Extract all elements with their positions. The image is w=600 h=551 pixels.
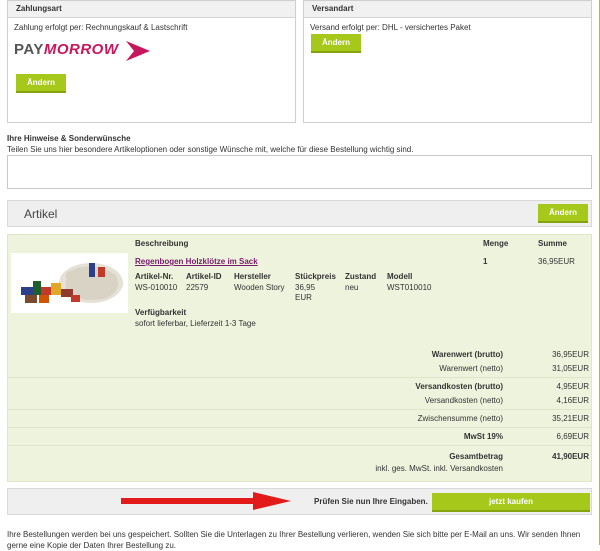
total-label-3: Versandkosten (netto): [424, 396, 503, 405]
totals-divider-4: [8, 445, 591, 446]
product-name-link[interactable]: Regenbogen Holzklötze im Sack: [135, 257, 258, 266]
total-value-5: 6,69EUR: [556, 432, 589, 441]
payment-change-button[interactable]: Ändern: [16, 74, 66, 93]
value-maker: Wooden Story: [234, 283, 285, 292]
label-model: Modell: [387, 272, 413, 281]
articles-change-button[interactable]: Ändern: [538, 204, 588, 223]
totals-divider-3: [8, 427, 591, 428]
total-value-0: 36,95EUR: [552, 350, 589, 359]
col-description: Beschreibung: [135, 239, 189, 248]
label-art-id: Artikel-ID: [186, 272, 222, 281]
total-label-0: Warenwert (brutto): [431, 350, 503, 359]
notes-title: Ihre Hinweise & Sonderwünsche: [7, 134, 131, 143]
item-sum: 36,95EUR: [538, 257, 575, 266]
shipping-panel: Versandart Versand erfolgt per: DHL - ve…: [303, 0, 592, 123]
buy-now-button[interactable]: jetzt kaufen: [432, 493, 590, 512]
totals-block: Warenwert (brutto) 36,95EUR Warenwert (n…: [8, 345, 591, 481]
articles-title: Artikel: [24, 207, 58, 221]
check-text: Prüfen Sie nun Ihre Eingaben.: [314, 497, 428, 506]
label-maker: Hersteller: [234, 272, 271, 281]
value-price-currency: EUR: [295, 293, 312, 302]
shipping-change-button[interactable]: Ändern: [311, 34, 361, 53]
total-label-1: Warenwert (netto): [439, 364, 503, 373]
articles-header: Artikel Ändern: [7, 200, 592, 227]
notes-description: Teilen Sie uns hier besondere Artikelopt…: [7, 145, 414, 154]
arrow-right-icon: [121, 492, 291, 510]
value-price: 36,95: [295, 283, 316, 292]
total-value-6: 41,90EUR: [552, 452, 589, 461]
total-label-4: Zwischensumme (netto): [417, 414, 503, 423]
value-state: neu: [345, 283, 359, 292]
total-value-2: 4,95EUR: [556, 382, 589, 391]
total-label-5: MwSt 19%: [463, 432, 503, 441]
paymorrow-logo: PAYMORROW: [14, 41, 154, 63]
articles-table: Beschreibung Menge Summe Regenbogen Holz…: [7, 234, 592, 482]
totals-divider-1: [8, 377, 591, 378]
value-availability: sofort lieferbar, Lieferzeit 1-3 Tage: [135, 319, 256, 328]
label-art-nr: Artikel-Nr.: [135, 272, 174, 281]
checkout-bar: Prüfen Sie nun Ihre Eingaben. jetzt kauf…: [7, 488, 592, 515]
label-state: Zustand: [345, 272, 377, 281]
total-value-1: 31,05EUR: [552, 364, 589, 373]
footer-text: Ihre Bestellungen werden bei uns gespeic…: [7, 530, 581, 550]
totals-divider-2: [8, 409, 591, 410]
product-image: [11, 253, 128, 313]
value-art-nr: WS-010010: [135, 283, 178, 292]
notes-textarea[interactable]: [7, 155, 592, 189]
col-quantity: Menge: [483, 239, 509, 248]
shipping-title: Versandart: [304, 1, 591, 18]
totals-note: inkl. ges. MwSt. inkl. Versandkosten: [375, 464, 503, 473]
total-label-6: Gesamtbetrag: [449, 452, 503, 461]
label-price: Stückpreis: [295, 272, 336, 281]
total-value-4: 35,21EUR: [552, 414, 589, 423]
payment-text: Zahlung erfolgt per: Rechnungskauf & Las…: [14, 23, 188, 32]
shipping-text: Versand erfolgt per: DHL - versichertes …: [310, 23, 471, 32]
value-model: WST010010: [387, 283, 432, 292]
label-availability: Verfügbarkeit: [135, 308, 187, 317]
payment-title: Zahlungsart: [8, 1, 295, 18]
total-label-2: Versandkosten (brutto): [415, 382, 503, 391]
payment-panel: Zahlungsart Zahlung erfolgt per: Rechnun…: [7, 0, 296, 123]
value-art-id: 22579: [186, 283, 209, 292]
item-quantity: 1: [483, 257, 488, 266]
total-value-3: 4,16EUR: [556, 396, 589, 405]
col-sum: Summe: [538, 239, 567, 248]
